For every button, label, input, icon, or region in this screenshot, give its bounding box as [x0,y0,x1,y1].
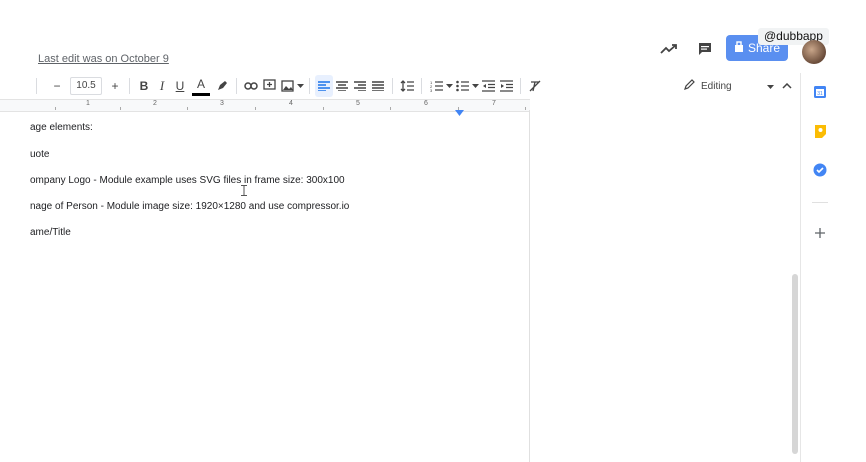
toolbar-separator [520,77,521,94]
svg-text:3: 3 [430,88,433,92]
side-panel-separator [812,202,828,203]
increase-indent-icon[interactable] [497,75,515,97]
svg-text:31: 31 [817,91,823,97]
highlight-pen-icon[interactable] [213,75,231,97]
calendar-icon[interactable]: 31 [812,84,828,100]
ruler-number: 3 [220,100,224,107]
decrease-font-size-button[interactable]: − [48,75,66,97]
editing-mode-label: Editing [701,80,732,92]
comment-icon[interactable] [694,38,716,60]
ruler-number: 7 [492,100,496,107]
clear-formatting-icon[interactable] [526,75,544,97]
side-panel [800,73,866,462]
ruler-number: 1 [86,100,90,107]
italic-button[interactable]: I [153,75,171,97]
document-line[interactable]: age elements: [30,122,93,133]
increase-font-size-button[interactable]: + [106,75,124,97]
add-comment-icon[interactable] [260,75,278,97]
tasks-icon[interactable] [812,162,828,178]
line-spacing-icon[interactable] [398,75,416,97]
align-center-icon[interactable] [333,75,351,97]
ruler-number: 4 [289,100,293,107]
pencil-icon [684,79,695,93]
toolbar-separator [421,77,422,94]
document-line[interactable]: ame/Title [30,227,71,238]
collapse-menus-icon[interactable] [779,76,795,96]
align-right-icon[interactable] [351,75,369,97]
bold-button[interactable]: B [135,75,153,97]
text-cursor-icon [241,185,247,199]
document-line[interactable]: uote [30,149,49,160]
add-addon-icon[interactable] [812,225,828,241]
font-size-field-wrap[interactable]: 10.5 [70,75,102,97]
decrease-indent-icon[interactable] [479,75,497,97]
formatting-toolbar: − 10.5 + B I U A 123 [0,73,800,98]
font-size-input[interactable]: 10.5 [70,76,102,95]
bulleted-list-icon[interactable] [453,75,471,97]
toolbar-divider-start [30,75,48,97]
page-edge [529,110,530,462]
document-line[interactable]: ompany Logo - Module example uses SVG fi… [30,175,345,186]
toolbar-separator [392,77,393,94]
activity-trend-icon[interactable] [658,38,680,60]
chevron-down-icon [767,81,774,92]
link-icon[interactable] [242,75,260,97]
chevron-down-icon[interactable] [445,75,453,97]
keep-notes-icon[interactable] [812,123,828,139]
toolbar-separator [309,77,310,94]
chevron-down-icon[interactable] [296,75,304,97]
document-line[interactable]: nage of Person - Module image size: 1920… [30,201,349,212]
ruler-number: 6 [424,100,428,107]
right-indent-marker-icon[interactable] [455,103,464,121]
last-edit-link[interactable]: Last edit was on October 9 [38,53,169,65]
align-left-icon[interactable] [315,74,333,97]
align-justify-icon[interactable] [369,75,387,97]
avatar[interactable] [802,40,826,64]
vertical-scrollbar[interactable] [792,274,798,454]
ruler-number: 2 [153,100,157,107]
lock-icon [734,41,744,55]
underline-button[interactable]: U [171,75,189,97]
toolbar-separator [236,77,237,94]
insert-image-icon[interactable] [278,75,296,97]
toolbar-separator [129,77,130,94]
horizontal-ruler[interactable]: 1 2 3 4 5 6 7 [0,99,530,116]
ruler-number: 5 [356,100,360,107]
numbered-list-icon[interactable]: 123 [427,75,445,97]
text-color-button[interactable]: A [192,76,210,96]
editing-mode-dropdown[interactable]: Editing [684,76,774,96]
chevron-down-icon[interactable] [471,75,479,97]
